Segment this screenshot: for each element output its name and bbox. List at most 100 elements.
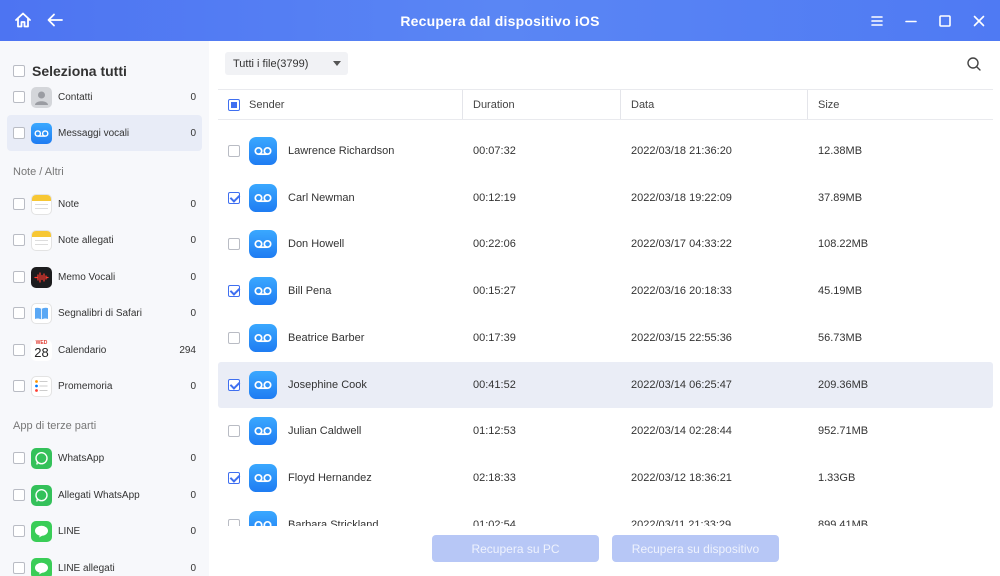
sidebar-item-segnalibri-safari[interactable]: Segnalibri di Safari 0 <box>7 295 202 331</box>
sidebar-item-line[interactable]: LINE 0 <box>7 513 202 549</box>
sidebar-item-line-allegati[interactable]: LINE allegati 0 <box>7 550 202 576</box>
row-date: 2022/03/15 22:55:36 <box>631 331 732 344</box>
sidebar-item-count: 0 <box>190 91 196 103</box>
close-icon[interactable] <box>970 12 988 30</box>
sidebar-item-calendario[interactable]: WED 28 Calendario 294 <box>7 332 202 368</box>
table-row[interactable]: Bill Pena 00:15:27 2022/03/16 20:18:33 45.1… <box>218 268 993 314</box>
file-filter-dropdown[interactable]: Tutti i file(3799) <box>225 52 348 75</box>
header-size[interactable]: Size <box>818 90 839 119</box>
maximize-icon[interactable] <box>936 12 954 30</box>
sidebar-item-note-allegati[interactable]: Note allegati 0 <box>7 222 202 258</box>
row-checkbox[interactable] <box>228 238 240 251</box>
recover-to-pc-button[interactable]: Recupera su PC <box>432 535 599 562</box>
row-duration: 00:07:32 <box>473 145 516 157</box>
row-date: 2022/03/18 19:22:09 <box>631 191 732 204</box>
row-checkbox[interactable] <box>228 471 240 484</box>
row-size: 12.38MB <box>818 145 863 157</box>
table-row[interactable]: Barbara Strickland 01:02:54 2022/03/11 21:… <box>218 502 993 526</box>
row-checkbox[interactable] <box>228 191 240 204</box>
select-all-checkbox[interactable] <box>13 65 25 77</box>
search-icon[interactable] <box>966 56 982 72</box>
sidebar-checkbox[interactable] <box>13 452 25 464</box>
recover-to-device-button[interactable]: Recupera su dispositivo <box>612 535 779 562</box>
row-sender: Don Howell <box>288 238 345 251</box>
sidebar-checkbox[interactable] <box>13 198 25 210</box>
row-size: 37.89MB <box>818 191 863 204</box>
row-checkbox-wrap[interactable] <box>228 408 240 454</box>
sidebar-item-promemoria[interactable]: Promemoria 0 <box>7 368 202 404</box>
sidebar-checkbox[interactable] <box>13 380 25 392</box>
row-checkbox-wrap[interactable] <box>228 362 240 408</box>
row-date: 2022/03/17 04:33:22 <box>631 238 732 251</box>
sidebar-item-label: LINE allegati <box>58 562 115 574</box>
column-divider[interactable] <box>462 90 463 119</box>
row-checkbox[interactable] <box>228 518 240 526</box>
row-checkbox[interactable] <box>228 145 240 157</box>
section-app-terze-parti: App di terze parti <box>13 420 97 432</box>
row-checkbox[interactable] <box>228 425 240 438</box>
table-row[interactable]: Don Howell 00:22:06 2022/03/17 04:33:22 108… <box>218 221 993 267</box>
title-bar: Recupera dal dispositivo iOS <box>0 0 1000 41</box>
table-row[interactable]: Carl Newman 00:12:19 2022/03/18 19:22:09 37… <box>218 175 993 221</box>
sidebar-checkbox[interactable] <box>13 562 25 574</box>
minimize-icon[interactable] <box>902 12 920 30</box>
header-sender[interactable]: Sender <box>249 90 284 119</box>
sidebar-checkbox[interactable] <box>13 91 25 103</box>
menu-icon[interactable] <box>868 12 886 30</box>
voicemail-icon-wrap <box>249 221 277 267</box>
sidebar-item-allegati-whatsapp[interactable]: Allegati WhatsApp 0 <box>7 477 202 513</box>
row-checkbox[interactable] <box>228 285 240 298</box>
table-row[interactable]: Floyd Hernandez 02:18:33 2022/03/12 18:36:… <box>218 455 993 501</box>
row-checkbox-wrap[interactable] <box>228 455 240 501</box>
row-date: 2022/03/11 21:33:29 <box>631 518 732 526</box>
row-size: 1.33GB <box>818 471 856 484</box>
column-divider[interactable] <box>807 90 808 119</box>
sidebar-item-whatsapp[interactable]: WhatsApp 0 <box>7 440 202 476</box>
sidebar-checkbox[interactable] <box>13 234 25 246</box>
table-row[interactable]: Julian Caldwell 01:12:53 2022/03/14 02:28:… <box>218 408 993 454</box>
row-checkbox-wrap[interactable] <box>228 128 240 174</box>
row-checkbox-wrap[interactable] <box>228 268 240 314</box>
header-duration[interactable]: Duration <box>473 90 515 119</box>
file-filter-label: Tutti i file(3799) <box>233 57 309 70</box>
table-row[interactable]: Beatrice Barber 00:17:39 2022/03/15 22:55:… <box>218 315 993 361</box>
sidebar-checkbox[interactable] <box>13 344 25 356</box>
sidebar-checkbox[interactable] <box>13 489 25 501</box>
chevron-down-icon <box>333 61 341 66</box>
header-date[interactable]: Data <box>631 90 654 119</box>
row-size: 108.22MB <box>818 238 869 251</box>
row-checkbox[interactable] <box>228 331 240 344</box>
row-size: 899.41MB <box>818 518 869 526</box>
row-checkbox[interactable] <box>228 378 240 391</box>
back-arrow-icon[interactable] <box>46 11 64 29</box>
sidebar-checkbox[interactable] <box>13 525 25 537</box>
sidebar-item-note[interactable]: Note 0 <box>7 186 202 222</box>
sidebar-checkbox[interactable] <box>13 307 25 319</box>
row-duration: 02:18:33 <box>473 471 516 484</box>
row-duration: 00:17:39 <box>473 331 516 344</box>
select-all[interactable]: Seleziona tutti <box>13 63 127 79</box>
header-select-checkbox-wrap[interactable] <box>228 90 240 119</box>
line-icon <box>31 520 52 542</box>
row-date: 2022/03/14 06:25:47 <box>631 378 732 391</box>
sidebar-item-memo-vocali[interactable]: Memo Vocali 0 <box>7 259 202 295</box>
sidebar-item-count: 0 <box>190 307 196 319</box>
sidebar-checkbox[interactable] <box>13 127 25 139</box>
sidebar-item-contatti[interactable]: Contatti 0 <box>7 79 202 115</box>
row-sender: Bill Pena <box>288 285 332 298</box>
table-row[interactable]: Josephine Cook 00:41:52 2022/03/14 06:25:4… <box>218 361 993 408</box>
row-checkbox-wrap[interactable] <box>228 315 240 361</box>
row-checkbox-wrap[interactable] <box>228 221 240 267</box>
row-checkbox-wrap[interactable] <box>228 502 240 526</box>
column-divider[interactable] <box>620 90 621 119</box>
sidebar-item-messaggi-vocali[interactable]: Messaggi vocali 0 <box>7 115 202 151</box>
window-title: Recupera dal dispositivo iOS <box>400 12 600 29</box>
header-select-checkbox[interactable] <box>228 98 240 111</box>
sidebar-item-label: WhatsApp <box>58 452 105 464</box>
sidebar-item-count: 0 <box>190 452 196 464</box>
row-checkbox-wrap[interactable] <box>228 175 240 221</box>
table-row[interactable]: Lawrence Richardson 00:07:32 2022/03/18 21… <box>218 128 993 174</box>
sidebar-item-count: 0 <box>190 380 196 392</box>
sidebar-checkbox[interactable] <box>13 271 25 283</box>
home-icon[interactable] <box>14 11 32 29</box>
